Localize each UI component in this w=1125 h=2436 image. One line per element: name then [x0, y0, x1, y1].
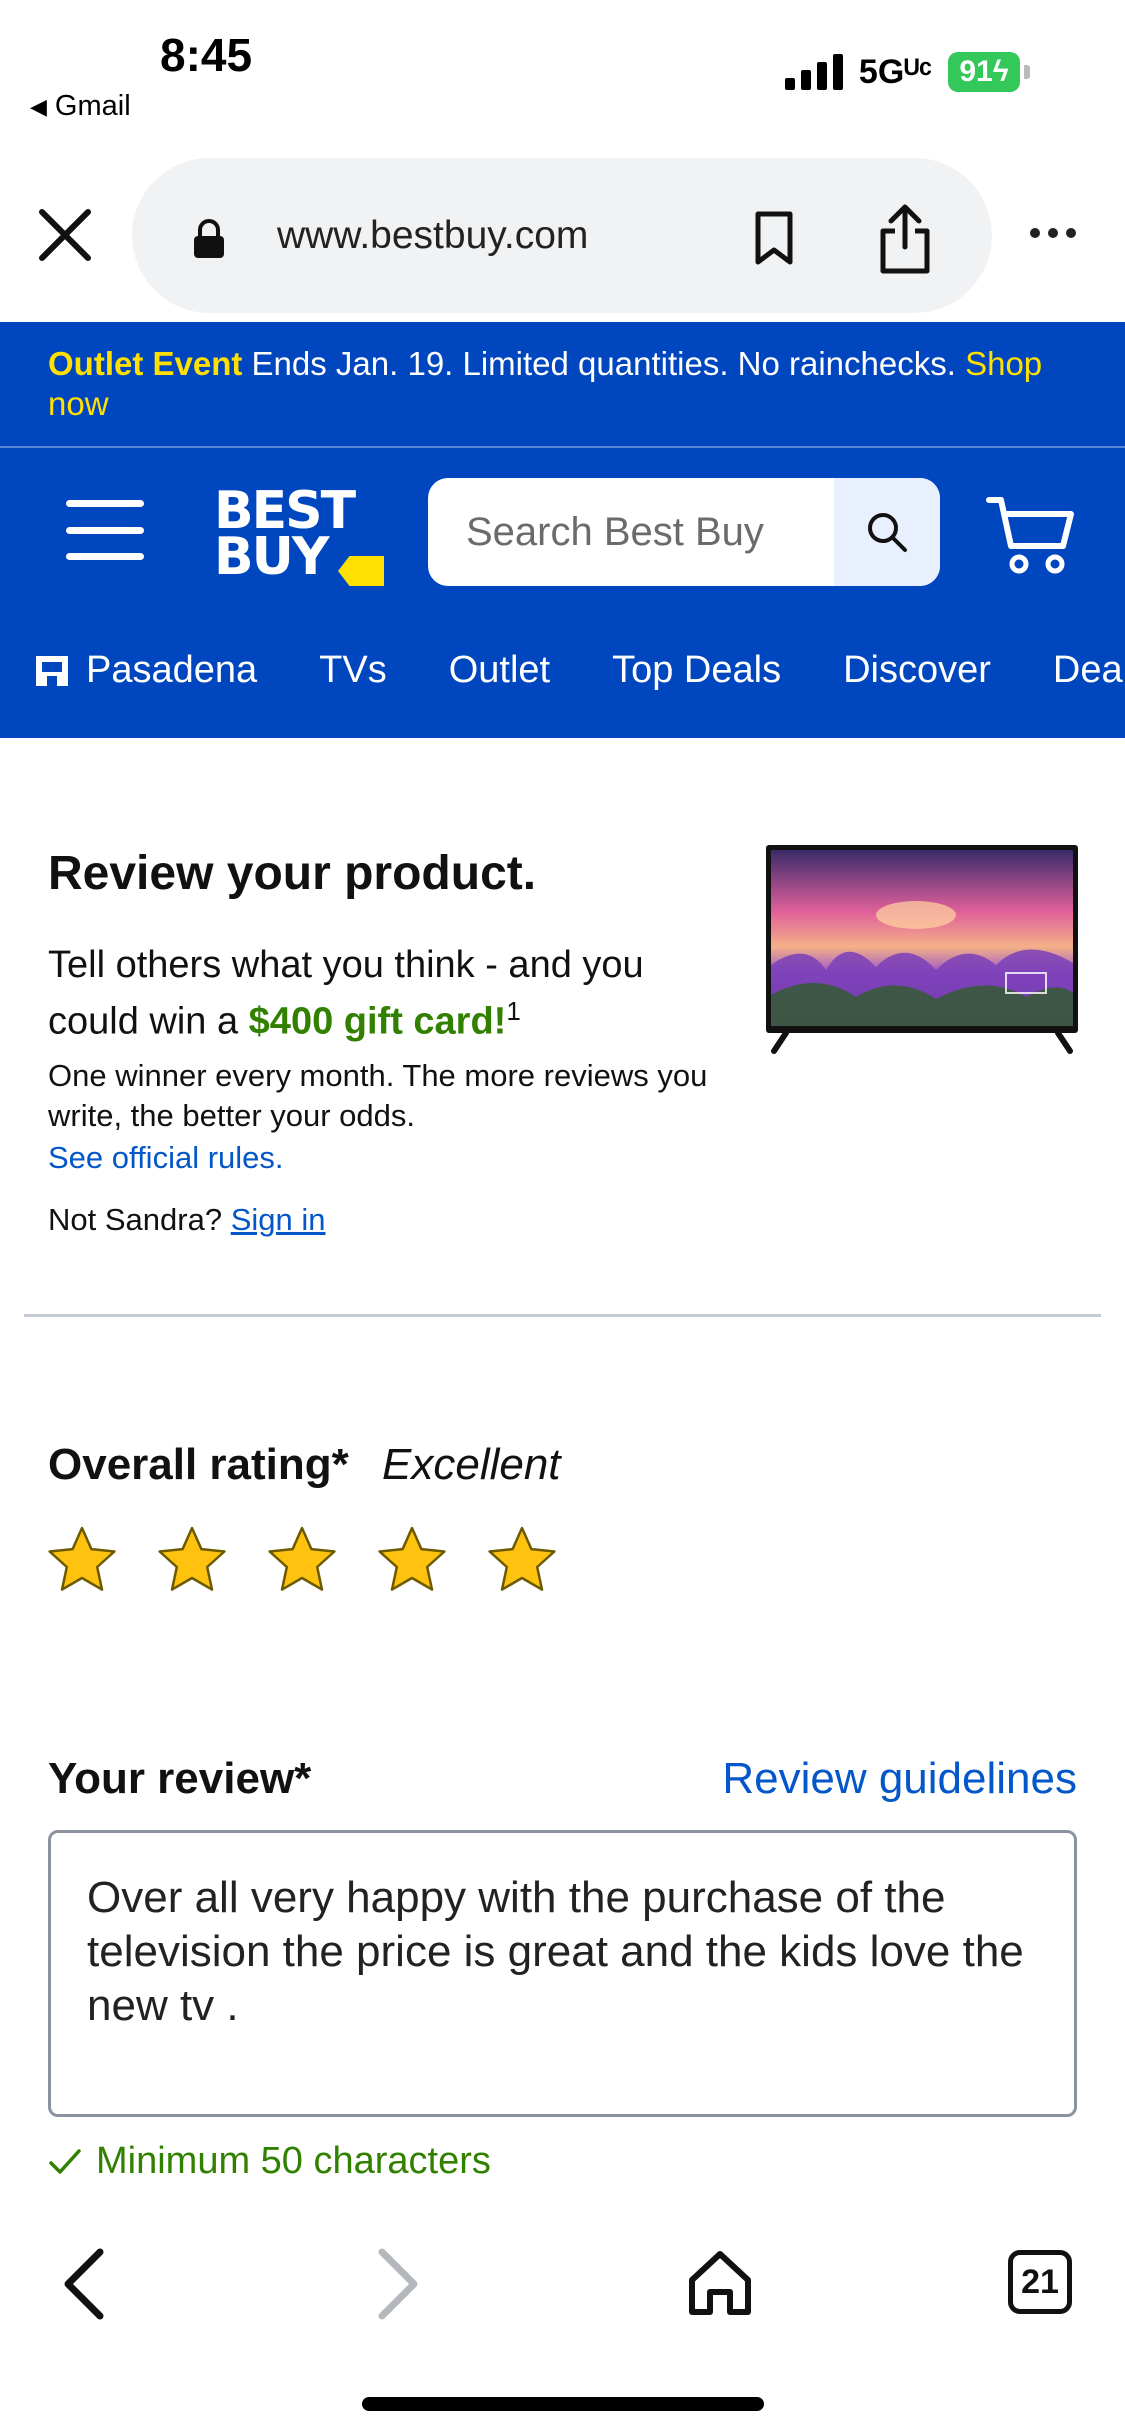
charging-bolt-icon: ϟ: [992, 55, 1009, 88]
category-nav: Pasadena TVs Outlet Top Deals Discover D…: [32, 640, 1125, 700]
logo-tag-icon: [338, 556, 384, 586]
cart-icon[interactable]: [985, 492, 1075, 576]
store-icon: [36, 656, 68, 686]
min-characters-text: Minimum 50 characters: [96, 2140, 491, 2182]
not-user-line: Not Sandra? Sign in: [48, 1202, 325, 1238]
promo-text: Ends Jan. 19. Limited quantities. No rai…: [251, 345, 956, 382]
site-header: BEST BUY Pasadena TVs Outlet Top Deals: [0, 448, 1125, 738]
nav-outlet[interactable]: Outlet: [449, 649, 550, 692]
star-5-icon[interactable]: [486, 1524, 558, 1596]
search-input[interactable]: [428, 478, 833, 586]
more-options-icon[interactable]: [1030, 228, 1076, 238]
url-text: www.bestbuy.com: [277, 214, 589, 257]
star-3-icon[interactable]: [266, 1524, 338, 1596]
battery-nub: [1024, 65, 1030, 79]
section-divider: [24, 1314, 1101, 1317]
checkmark-icon: [49, 2148, 81, 2174]
promo-banner: Outlet Event Ends Jan. 19. Limited quant…: [0, 322, 1125, 448]
footnote-marker: 1: [506, 996, 521, 1026]
nav-item-label: Pasadena: [86, 648, 258, 691]
forward-chevron-icon[interactable]: [370, 2244, 426, 2324]
cellular-signal-icon: [784, 54, 843, 90]
back-chevron-icon[interactable]: [56, 2244, 112, 2324]
search-icon: [868, 513, 907, 552]
star-rating: [46, 1524, 558, 1596]
review-textarea[interactable]: Over all very happy with the purchase of…: [48, 1830, 1077, 2117]
official-rules-link[interactable]: See official rules.: [48, 1140, 284, 1176]
star-1-icon[interactable]: [46, 1524, 118, 1596]
browser-toolbar: 21: [0, 2202, 1125, 2436]
not-user-text: Not Sandra?: [48, 1202, 223, 1237]
close-icon[interactable]: [38, 208, 92, 262]
nav-top-deals[interactable]: Top Deals: [612, 649, 781, 692]
your-review-label: Your review*: [48, 1754, 312, 1803]
review-guidelines-link[interactable]: Review guidelines: [722, 1754, 1077, 1804]
nav-tvs[interactable]: TVs: [319, 649, 387, 692]
best-buy-logo[interactable]: BEST BUY: [210, 485, 384, 587]
search-bar: [428, 478, 940, 586]
home-icon[interactable]: [684, 2246, 756, 2318]
nav-discover[interactable]: Discover: [843, 649, 991, 692]
share-icon[interactable]: [877, 203, 933, 275]
menu-icon[interactable]: [66, 500, 144, 560]
status-indicators: 5Gᵁᶜ 91ϟ: [784, 52, 1030, 92]
tabs-button[interactable]: 21: [1008, 2250, 1072, 2314]
overall-rating-label: Overall rating*: [48, 1440, 349, 1489]
review-promo-note: One winner every month. The more reviews…: [48, 1058, 708, 1133]
star-4-icon[interactable]: [376, 1524, 448, 1596]
battery-icon: 91ϟ: [948, 52, 1020, 92]
status-time: 8:45: [160, 29, 253, 81]
search-button[interactable]: [834, 478, 940, 586]
lock-icon: [194, 219, 224, 258]
review-promo-title: Review your product.: [48, 847, 537, 900]
logo-line-2: BUY: [214, 527, 330, 587]
nav-deals[interactable]: Deals: [1053, 649, 1125, 692]
promo-event: Outlet Event: [48, 345, 243, 382]
star-2-icon[interactable]: [156, 1524, 228, 1596]
status-bar: 8:45 ◀ Gmail 5Gᵁᶜ 91ϟ: [0, 0, 1125, 150]
bookmark-icon[interactable]: [752, 210, 796, 266]
sign-in-link[interactable]: Sign in: [231, 1202, 326, 1237]
network-type: 5Gᵁᶜ: [858, 52, 932, 91]
back-to-app-button[interactable]: ◀ Gmail: [30, 90, 131, 123]
nav-store[interactable]: Pasadena: [32, 649, 257, 692]
address-field[interactable]: www.bestbuy.com: [132, 158, 992, 313]
gift-amount: $400 gift card!: [248, 1000, 507, 1043]
back-triangle-icon: ◀: [30, 93, 47, 119]
home-indicator: [362, 2397, 764, 2411]
overall-rating-value: Excellent: [382, 1440, 561, 1489]
browser-url-bar: www.bestbuy.com: [0, 150, 1125, 322]
back-app-label: Gmail: [54, 90, 131, 122]
min-characters-status: Minimum 50 characters: [48, 2140, 491, 2183]
battery-level: 91: [959, 55, 993, 88]
review-promo-subtitle: Tell others what you think - and you cou…: [48, 942, 728, 1045]
product-tv-image: [766, 845, 1078, 1054]
